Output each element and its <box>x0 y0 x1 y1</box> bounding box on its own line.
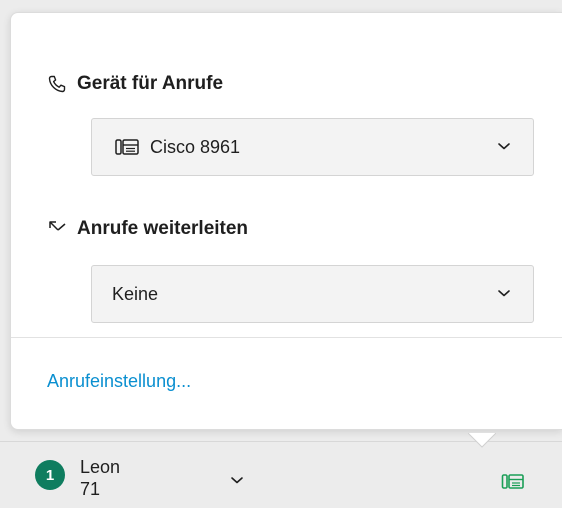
call-forward-icon <box>47 219 67 239</box>
call-settings-window: Gerät für Anrufe Cisco 8961 Anrufe weite… <box>0 0 562 508</box>
phone-handset-icon <box>47 74 67 94</box>
forward-dropdown[interactable]: Keine <box>91 265 534 323</box>
forward-section-title: Anrufe weiterleiten <box>47 218 248 240</box>
user-name-line-1: Leon <box>80 457 121 477</box>
device-dropdown[interactable]: Cisco 8961 <box>91 118 534 176</box>
forward-dropdown-value: Keine <box>112 283 159 304</box>
user-name-line-2: 71 <box>80 479 101 499</box>
device-section-title: Gerät für Anrufe <box>47 73 223 95</box>
divider <box>11 337 562 338</box>
chevron-down-icon <box>497 141 511 151</box>
desk-phone-status-icon[interactable] <box>501 473 525 491</box>
call-settings-link[interactable]: Anrufeinstellung... <box>47 371 191 392</box>
forward-section-label: Anrufe weiterleiten <box>77 218 249 239</box>
user-menu-chevron-icon[interactable] <box>230 475 244 485</box>
desk-phone-icon <box>114 137 140 157</box>
call-settings-popover: Gerät für Anrufe Cisco 8961 Anrufe weite… <box>10 12 562 430</box>
user-account[interactable]: Leon 71 <box>80 456 120 500</box>
popover-pointer <box>468 433 496 448</box>
notification-badge: 1 <box>35 460 65 490</box>
device-section-label: Gerät für Anrufe <box>77 73 224 94</box>
chevron-down-icon <box>497 288 511 298</box>
device-dropdown-value: Cisco 8961 <box>150 136 241 157</box>
